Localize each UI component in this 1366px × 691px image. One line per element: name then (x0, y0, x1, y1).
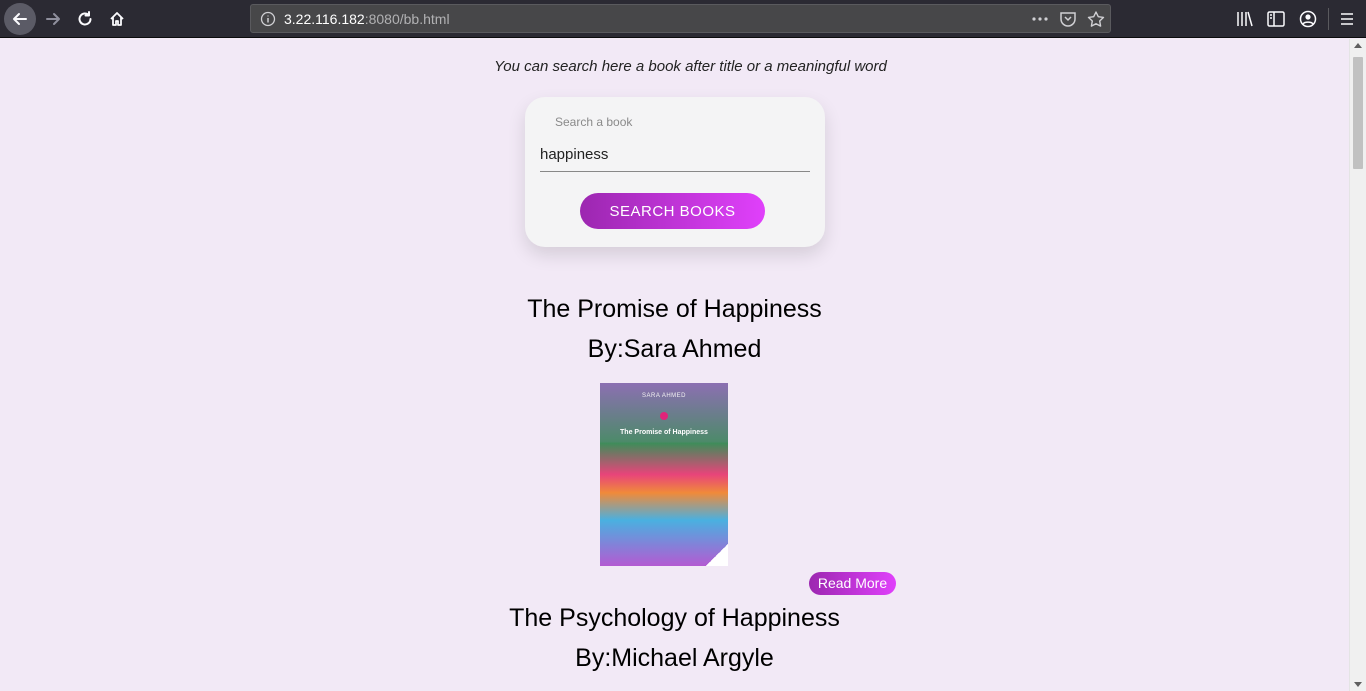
arrow-right-icon (46, 13, 60, 25)
cover-title: The Promise of Happiness (620, 429, 708, 436)
url-host: 3.22.116.182 (284, 11, 365, 27)
forward-button[interactable] (37, 3, 69, 35)
book-cover-image: SARA AHMED The Promise of Happiness (600, 383, 728, 566)
book-title: The Promise of Happiness (527, 295, 822, 323)
info-icon[interactable] (260, 11, 276, 27)
url-text[interactable]: 3.22.116.182:8080/bb.html (284, 11, 450, 27)
url-path: :8080/bb.html (364, 11, 450, 27)
library-icon[interactable] (1235, 9, 1255, 29)
browser-toolbar: 3.22.116.182:8080/bb.html (0, 0, 1366, 38)
page-content: You can search here a book after title o… (0, 39, 1349, 691)
sidebar-icon[interactable] (1266, 9, 1286, 29)
reload-icon (78, 11, 92, 26)
hamburger-menu-icon[interactable] (1337, 9, 1357, 29)
scroll-down-arrow-icon[interactable] (1354, 682, 1362, 687)
toolbar-separator (1328, 8, 1329, 30)
arrow-left-icon (13, 13, 27, 25)
reload-button[interactable] (69, 3, 101, 35)
scroll-up-arrow-icon[interactable] (1354, 43, 1362, 48)
vertical-scrollbar[interactable] (1349, 39, 1366, 691)
search-books-button[interactable]: SEARCH BOOKS (580, 193, 765, 229)
intro-text: You can search here a book after title o… (494, 58, 887, 75)
address-bar[interactable]: 3.22.116.182:8080/bb.html (250, 4, 1111, 33)
home-button[interactable] (101, 3, 133, 35)
more-actions-icon[interactable] (1031, 11, 1049, 27)
book-author: By:Sara Ahmed (587, 335, 762, 363)
bookmark-star-icon[interactable] (1087, 11, 1105, 27)
pocket-icon[interactable] (1059, 11, 1077, 27)
book-title: The Psychology of Happiness (509, 604, 840, 632)
scrollbar-thumb[interactable] (1353, 57, 1363, 169)
search-label: Search a book (555, 115, 633, 129)
read-more-button[interactable]: Read More (809, 572, 896, 595)
home-icon (110, 12, 124, 26)
search-card: Search a book SEARCH BOOKS (525, 97, 825, 247)
cover-flower-icon (660, 412, 668, 420)
cover-author: SARA AHMED (641, 393, 686, 399)
book-author: By:Michael Argyle (575, 644, 774, 672)
account-icon[interactable] (1298, 9, 1318, 29)
page-fold (706, 544, 728, 566)
back-button[interactable] (4, 3, 36, 35)
search-input[interactable] (540, 138, 810, 172)
